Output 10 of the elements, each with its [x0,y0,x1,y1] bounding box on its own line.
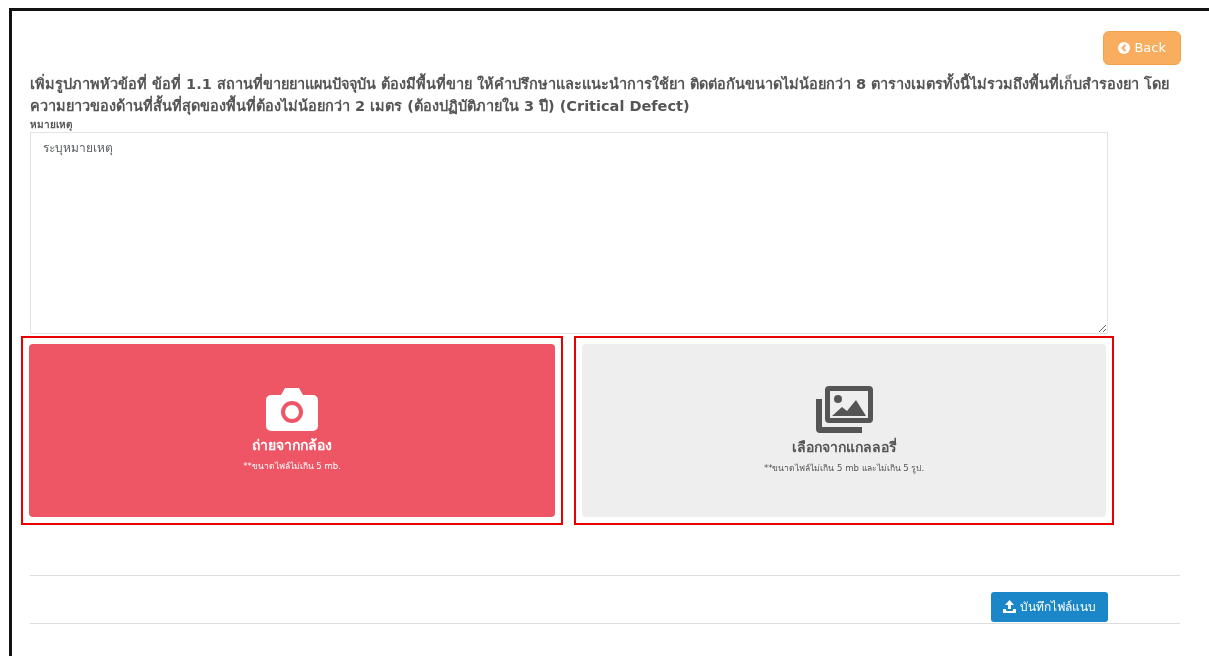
upload-icon [1003,600,1016,613]
take-photo-button[interactable]: ถ่ายจากกล้อง **ขนาดไฟล์ไม่เกิน 5 mb. [29,343,555,517]
back-icon [1118,41,1131,54]
remark-label: หมายเหตุ [30,117,73,132]
camera-icon [265,387,319,432]
choose-from-gallery-button[interactable]: เลือกจากแกลลอรี่ **ขนาดไฟล์ไม่เกิน 5 mb และไม่เกิน 5 รูป. [582,343,1106,517]
save-attachment-button[interactable]: บันทึกไฟล์แนบ [991,591,1108,622]
heading-text: เพิ่มรูปภาพหัวข้อที่ ข้อที่ 1.1 สถานที่ขายยาแผนปัจจุบัน ต้องมีพื้นที่ขาย ให้คำปรึกษาและแนะนำการใช้ยา ติดต่อกันขนาดไม่น้อยกว่า 8 ตารางเมตรทั้งนี้ไม่รวมถึงพื้นที่เก็บสำรองยา โดยความยาวของด้านที่สั้นที่สุดของพื้นที่ต้องไม่น้อยกว่า 2 เมตร (ต้องปฏิบัติภายใน 3 ปี) (Critical Defect) [30,72,1171,117]
images-icon [814,385,874,434]
remark-field[interactable]: ระบุหมายเหตุ [30,131,1108,334]
